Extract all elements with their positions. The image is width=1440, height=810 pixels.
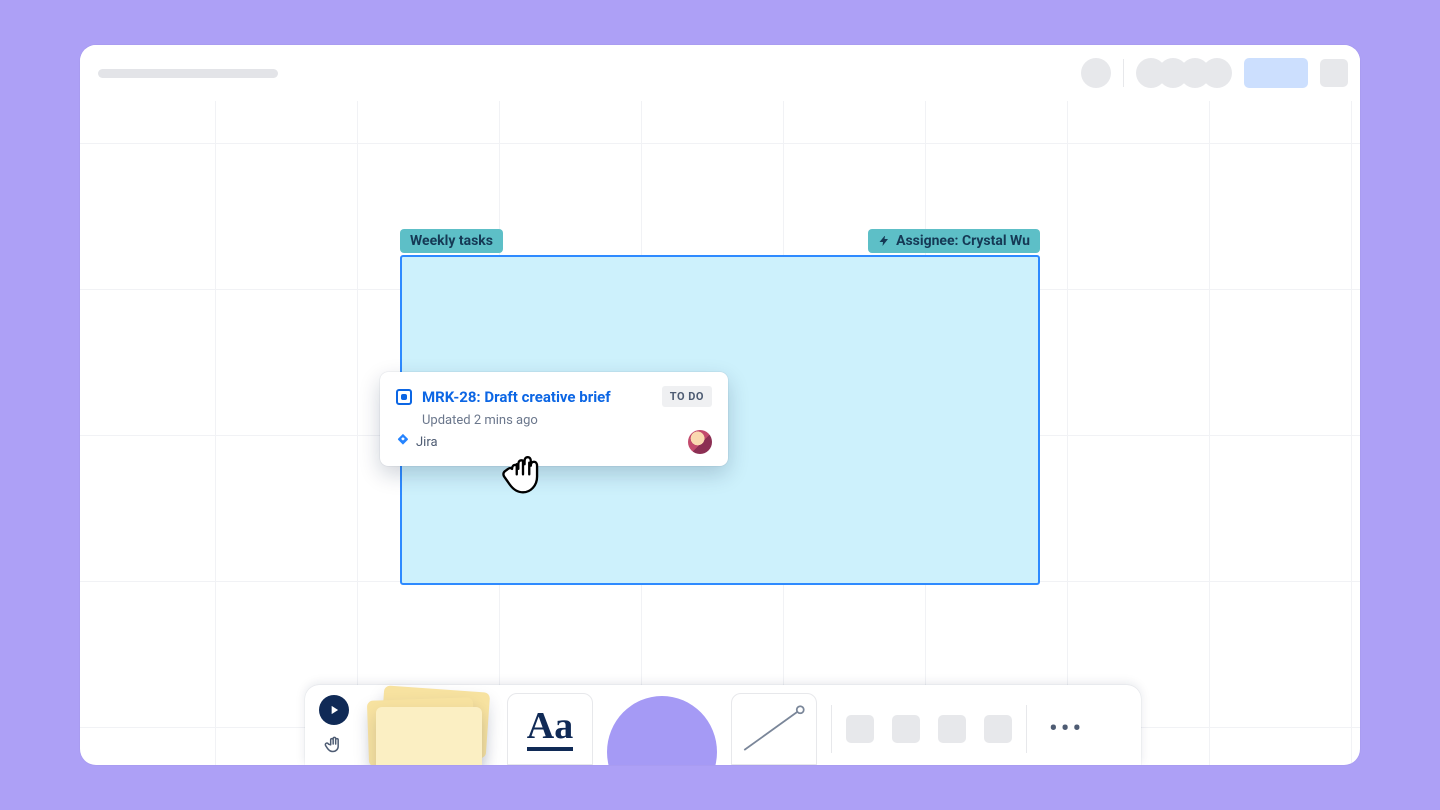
hand-tool-button[interactable] (321, 731, 347, 757)
tool-placeholder[interactable] (984, 715, 1012, 743)
line-tool[interactable] (731, 693, 817, 765)
card-source: Jira (396, 433, 438, 451)
share-button[interactable] (1244, 58, 1308, 88)
text-tool-label: Aa (527, 707, 573, 751)
tool-placeholder[interactable] (938, 715, 966, 743)
toolbar-more-button[interactable]: ••• (1041, 714, 1092, 744)
section-title-chip[interactable]: Weekly tasks (400, 229, 503, 253)
assignee-avatar[interactable] (688, 430, 712, 454)
tool-placeholder[interactable] (892, 715, 920, 743)
issue-type-icon (396, 389, 412, 405)
bottom-toolbar: Aa ••• (305, 685, 1141, 765)
sticky-note-tool[interactable] (363, 693, 493, 765)
shape-tool[interactable] (607, 693, 717, 765)
top-bar (80, 45, 1360, 101)
text-tool[interactable]: Aa (507, 693, 593, 765)
jira-icon (396, 433, 410, 451)
more-menu-button[interactable] (1320, 59, 1348, 87)
shape-circle-icon (607, 696, 717, 765)
toolbar-divider (1026, 705, 1027, 753)
section-smart-chip[interactable]: Assignee: Crystal Wu (868, 229, 1040, 253)
section-title: Weekly tasks (410, 233, 493, 249)
tool-placeholder[interactable] (846, 715, 874, 743)
status-badge: TO DO (662, 386, 712, 407)
bolt-icon (878, 234, 890, 248)
toolbar-divider (831, 705, 832, 753)
divider (1123, 59, 1124, 87)
card-source-label: Jira (416, 435, 438, 450)
extra-tools-group (846, 715, 1012, 743)
document-title-placeholder[interactable] (98, 69, 278, 78)
card-updated-text: Updated 2 mins ago (422, 413, 712, 428)
jira-task-card[interactable]: MRK-28: Draft creative brief TO DO Updat… (380, 372, 728, 466)
collaborator-avatar[interactable] (1202, 58, 1232, 88)
section-assignee-label: Assignee: Crystal Wu (896, 233, 1030, 249)
card-title[interactable]: MRK-28: Draft creative brief (422, 388, 652, 406)
whiteboard-canvas[interactable]: Weekly tasks Assignee: Crystal Wu MRK-28… (80, 45, 1360, 765)
collaborators-stack[interactable] (1136, 58, 1232, 88)
presence-avatar[interactable] (1081, 58, 1111, 88)
pointer-tool-button[interactable] (319, 695, 349, 725)
